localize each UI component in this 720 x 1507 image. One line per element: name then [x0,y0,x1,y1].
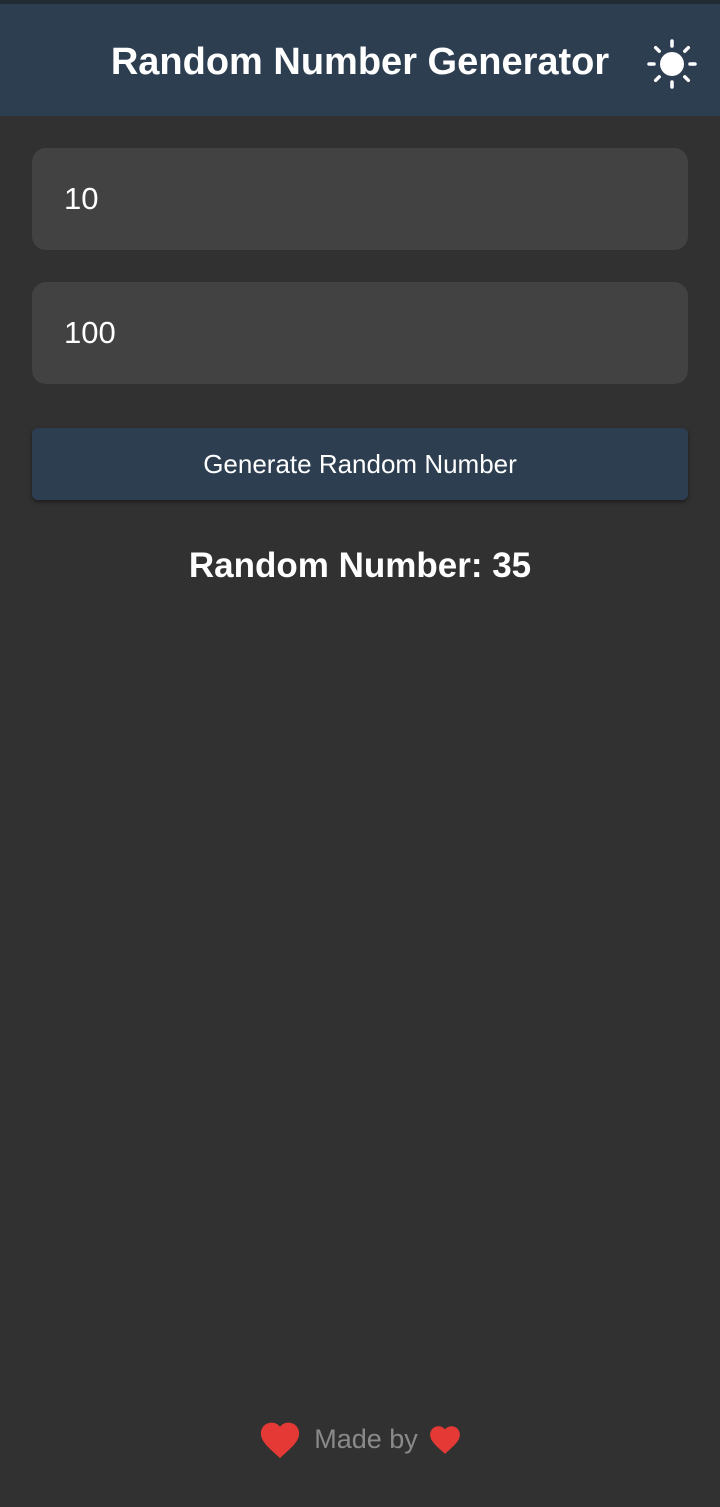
app-screen: Random Number Generator Generat [0,0,720,1507]
heart-icon [261,1422,300,1459]
theme-toggle-button[interactable] [644,36,700,92]
heart-icon [429,1426,460,1454]
page-title: Random Number Generator [110,41,610,83]
min-value-input[interactable] [64,181,656,217]
result-text: Random Number: 35 [188,546,532,585]
footer-text: Made by [314,1423,418,1454]
footer: Made by [0,1414,720,1464]
max-value-field[interactable] [32,282,688,384]
generate-button[interactable]: Generate Random Number [32,428,688,500]
max-value-input[interactable] [64,315,656,351]
app-header: Random Number Generator [0,4,720,116]
sun-icon [647,39,697,89]
min-value-field[interactable] [32,148,688,250]
